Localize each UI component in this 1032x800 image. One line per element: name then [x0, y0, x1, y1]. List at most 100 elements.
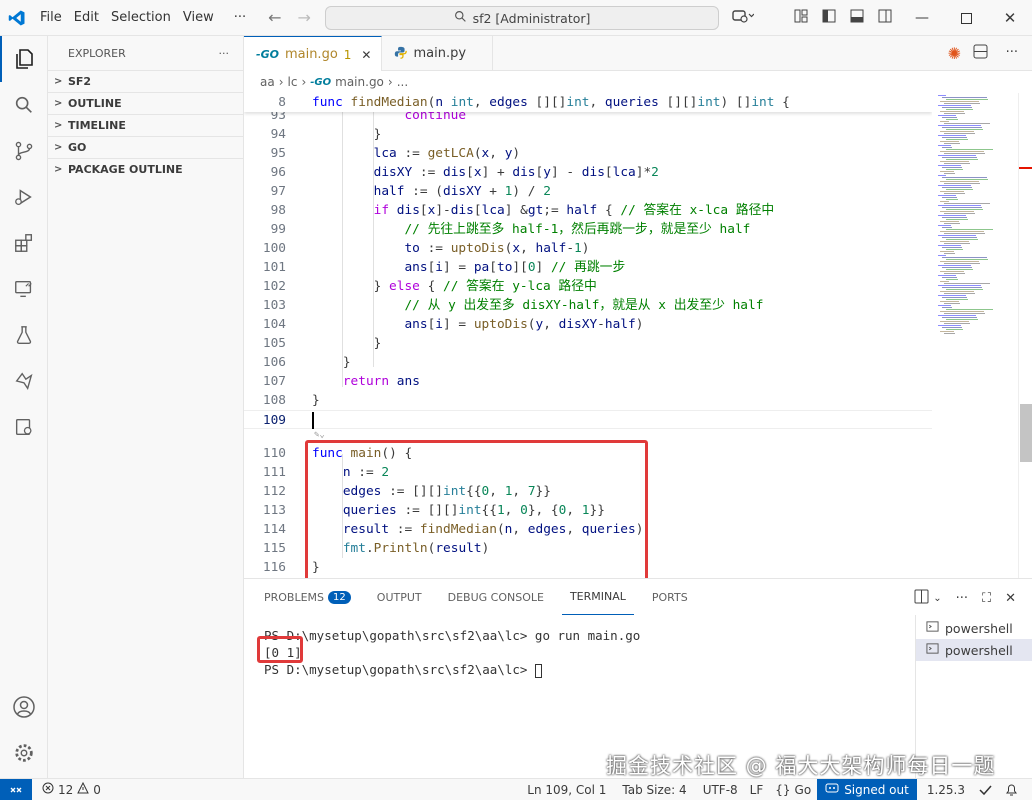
code-line[interactable]: 114 result := findMedian(n, edges, queri…	[244, 520, 932, 539]
copilot-chat-icon[interactable]	[0, 358, 48, 404]
code-line[interactable]: 96 disXY := dis[x] + dis[y] - dis[lca]*2	[244, 163, 932, 182]
toggle-panel-icon[interactable]	[850, 9, 864, 27]
code-text: // 先往上跳至多 half-1，然后再跳一步，就是至少 half	[404, 222, 751, 237]
terminal-item[interactable]: powershell	[916, 617, 1032, 639]
terminal-item[interactable]: powershell	[916, 639, 1032, 661]
breadcrumb-item[interactable]: main.go	[335, 75, 384, 89]
code-line[interactable]: 113 queries := [][]int{{1, 0}, {0, 1}}	[244, 501, 932, 520]
tab-debug-console[interactable]: DEBUG CONSOLE	[440, 579, 552, 615]
split-terminal-icon[interactable]	[914, 589, 929, 608]
chevron-down-icon[interactable]: ⌄	[933, 593, 941, 604]
run-debug-icon[interactable]	[0, 174, 48, 220]
menu-more[interactable]: ···	[228, 10, 252, 25]
sticky-scroll-line[interactable]: 8 func findMedian(n int, edges [][]int, …	[244, 93, 932, 112]
menu-edit[interactable]: Edit	[68, 10, 105, 25]
go-version[interactable]: 1.25.3	[921, 783, 971, 797]
go-test-explorer-icon[interactable]	[0, 404, 48, 450]
code-line[interactable]: 106 }	[244, 353, 932, 372]
close-panel-icon[interactable]: ✕	[1005, 591, 1016, 606]
accounts-icon[interactable]	[0, 684, 48, 730]
problems-status[interactable]: 12 0	[36, 781, 107, 797]
tab-main-py[interactable]: main.py	[382, 36, 494, 71]
code-line[interactable]: 110 func main() {	[244, 444, 932, 463]
notifications-bell-icon[interactable]	[999, 783, 1024, 797]
split-editor-icon[interactable]	[973, 44, 988, 63]
code-line[interactable]: 97 half := (disXY + 1) / 2	[244, 182, 932, 201]
copilot-sparkle-icon[interactable]: ✺	[948, 44, 961, 63]
menu-file[interactable]: File	[34, 10, 68, 25]
line-number: 110	[262, 446, 286, 461]
explorer-icon[interactable]	[0, 36, 48, 82]
tab-problems[interactable]: PROBLEMS 12	[256, 579, 359, 615]
tab-ports[interactable]: PORTS	[644, 579, 696, 615]
tab-terminal[interactable]: TERMINAL	[561, 579, 634, 615]
code-line[interactable]: 107 return ans	[244, 372, 932, 391]
code-line[interactable]: 100 to := uptoDis(x, half-1)	[244, 239, 932, 258]
section-package-outline[interactable]: > PACKAGE OUTLINE	[48, 158, 243, 180]
breadcrumb-item[interactable]: aa	[260, 75, 275, 89]
copilot-menu[interactable]	[732, 0, 755, 36]
section-sf2[interactable]: > SF2	[48, 70, 243, 92]
section-outline[interactable]: > OUTLINE	[48, 92, 243, 114]
code-action-lightbulb-icon[interactable]: ✎⌄	[314, 430, 325, 440]
section-timeline[interactable]: > TIMELINE	[48, 114, 243, 136]
code-line[interactable]: 101 ans[i] = pa[to][0] // 再跳一步	[244, 258, 932, 277]
minimap[interactable]	[932, 93, 1018, 578]
terminal-output[interactable]: PS D:\mysetup\gopath\src\sf2\aa\lc> go r…	[264, 627, 640, 678]
search-icon[interactable]	[0, 82, 48, 128]
more-actions-icon[interactable]: ···	[956, 591, 968, 606]
current-line[interactable]: 109	[244, 410, 932, 429]
explorer-more-button[interactable]: ···	[219, 47, 230, 60]
editor-scrollbar[interactable]	[1018, 93, 1032, 578]
code-editor[interactable]: 8 func findMedian(n int, edges [][]int, …	[244, 93, 932, 578]
scrollbar-thumb[interactable]	[1020, 404, 1032, 462]
language-mode[interactable]: {} Go	[769, 783, 817, 797]
code-line[interactable]: 102 } else { // 答案在 y-lca 路径中	[244, 277, 932, 296]
remote-indicator[interactable]	[0, 778, 32, 800]
menu-selection[interactable]: Selection	[105, 10, 177, 25]
minimize-window-icon[interactable]: —	[900, 10, 944, 26]
code-text: ans[i] = pa[to][0] // 再跳一步	[404, 260, 626, 275]
close-window-icon[interactable]: ✕	[988, 9, 1032, 27]
tab-main-go[interactable]: -GO main.go 1 ✕	[244, 36, 383, 72]
extensions-icon[interactable]	[0, 220, 48, 266]
line-ending[interactable]: LF	[744, 783, 770, 797]
tab-size[interactable]: Tab Size: 4	[616, 783, 692, 797]
command-center-search[interactable]: sf2 [Administrator]	[325, 6, 719, 30]
code-line[interactable]: 116}	[244, 558, 932, 577]
code-line[interactable]: 95 lca := getLCA(x, y)	[244, 144, 932, 163]
code-line[interactable]: 104 ans[i] = uptoDis(y, disXY-half)	[244, 315, 932, 334]
code-line[interactable]: 111 n := 2	[244, 463, 932, 482]
toggle-primary-sidebar-icon[interactable]	[822, 9, 836, 27]
manage-gear-icon[interactable]	[0, 730, 48, 776]
code-line[interactable]: 115 fmt.Println(result)	[244, 539, 932, 558]
close-icon[interactable]: ✕	[361, 48, 371, 62]
forward-arrow-icon[interactable]: →	[298, 8, 311, 27]
remote-explorer-icon[interactable]	[0, 266, 48, 312]
encoding[interactable]: UTF-8	[697, 783, 744, 797]
code-line[interactable]: 103 // 从 y 出发至多 disXY-half，就是从 x 出发至少 ha…	[244, 296, 932, 315]
section-go[interactable]: > GO	[48, 136, 243, 158]
code-line[interactable]: 94 }	[244, 125, 932, 144]
customize-layout-icon[interactable]	[794, 9, 808, 27]
back-arrow-icon[interactable]: ←	[268, 8, 281, 27]
source-control-icon[interactable]	[0, 128, 48, 174]
copilot-account-status[interactable]: Signed out	[817, 778, 917, 800]
code-line[interactable]: 105 }	[244, 334, 932, 353]
code-line[interactable]: 98 if dis[x]-dis[lca] &gt;= half { // 答案…	[244, 201, 932, 220]
copilot-icon[interactable]	[732, 8, 755, 28]
code-line[interactable]: 112 edges := [][]int{{0, 1, 7}}	[244, 482, 932, 501]
maximize-window-icon[interactable]	[944, 12, 988, 24]
cursor-position[interactable]: Ln 109, Col 1	[521, 783, 612, 797]
breadcrumb-item[interactable]: lc	[288, 75, 298, 89]
more-actions-icon[interactable]: ···	[1006, 45, 1018, 60]
go-status-icon[interactable]	[971, 783, 999, 797]
toggle-secondary-sidebar-icon[interactable]	[878, 9, 892, 27]
tab-output[interactable]: OUTPUT	[369, 579, 430, 615]
code-line[interactable]: 99 // 先往上跳至多 half-1，然后再跳一步，就是至少 half	[244, 220, 932, 239]
breadcrumb-item[interactable]: ...	[397, 75, 408, 89]
testing-flask-icon[interactable]	[0, 312, 48, 358]
menu-view[interactable]: View	[177, 10, 220, 25]
code-line[interactable]: 108}	[244, 391, 932, 410]
maximize-panel-icon[interactable]: ⛶	[982, 591, 991, 606]
